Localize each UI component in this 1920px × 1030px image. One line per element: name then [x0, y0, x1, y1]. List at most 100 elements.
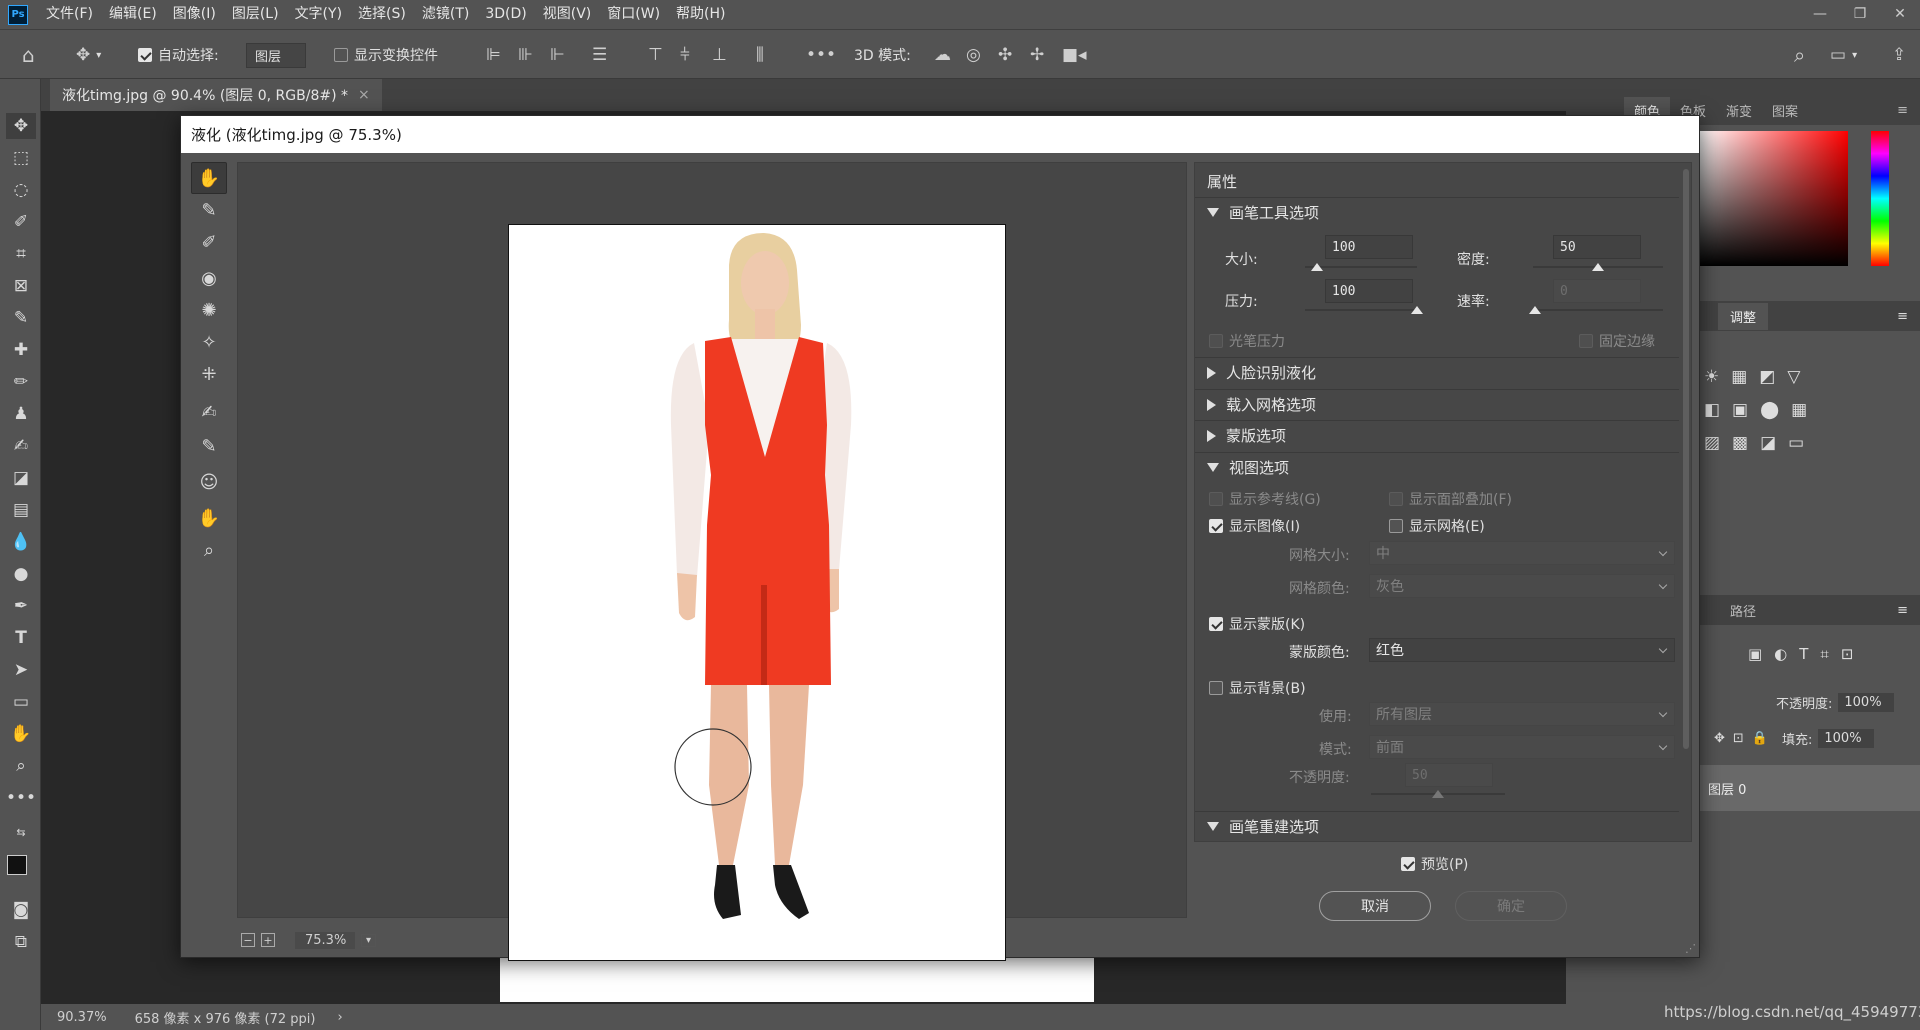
reconstruct-icon[interactable]: ✎ — [191, 194, 227, 226]
zoom-value[interactable]: 75.3% — [295, 931, 355, 949]
show-mesh-checkbox[interactable]: 显示网格(E) — [1389, 516, 1485, 536]
foreground-color-swatch[interactable] — [7, 855, 27, 875]
quick-mask-icon[interactable]: ◙ — [6, 897, 36, 923]
zoom-dropdown-icon[interactable]: ▾ — [361, 933, 377, 947]
3d-roll-icon[interactable]: ◎ — [966, 30, 981, 80]
cancel-button[interactable]: 取消 — [1319, 891, 1431, 921]
lasso-tool-icon[interactable]: ◌ — [6, 177, 36, 203]
color-picker-field[interactable] — [1700, 131, 1848, 266]
hue-slider[interactable] — [1871, 131, 1889, 266]
section-load-mesh[interactable]: 载入网格选项 — [1195, 389, 1679, 419]
size-input[interactable]: 100 — [1325, 235, 1413, 259]
more-tools-icon[interactable]: ••• — [6, 785, 36, 811]
show-guides-checkbox[interactable]: 显示参考线(G) — [1209, 489, 1321, 509]
show-mask-checkbox[interactable]: 显示蒙版(K) — [1209, 614, 1305, 634]
pressure-slider[interactable] — [1305, 309, 1417, 311]
adjustment-icons-row-3[interactable]: ▨▩◪▭ — [1704, 433, 1816, 453]
minimize-icon[interactable]: — — [1800, 0, 1840, 29]
panel-menu-icon[interactable]: ≡ — [1897, 603, 1908, 618]
swap-colors-icon[interactable]: ⇆ — [6, 819, 36, 845]
section-reconstruct-options[interactable]: 画笔重建选项 — [1195, 811, 1679, 841]
adjustment-icons-row-2[interactable]: ◧▣⬤▦ — [1704, 400, 1819, 420]
show-backdrop-checkbox[interactable]: 显示背景(B) — [1209, 678, 1306, 698]
rate-slider-knob[interactable] — [1529, 306, 1541, 314]
section-brush-tool-options[interactable]: 画笔工具选项 — [1195, 197, 1679, 227]
zoom-tool-icon[interactable]: ⌕ — [6, 753, 36, 779]
panel-menu-icon[interactable]: ≡ — [1897, 309, 1908, 324]
path-select-icon[interactable]: ➤ — [6, 657, 36, 683]
close-icon[interactable]: ✕ — [1880, 0, 1920, 29]
align-bottom-icon[interactable]: ⊥ — [712, 30, 727, 80]
mask-color-select[interactable]: 红色 — [1369, 638, 1675, 662]
pin-edges-checkbox[interactable]: 固定边缘 — [1579, 331, 1655, 351]
blur-tool-icon[interactable]: 💧 — [6, 529, 36, 555]
3d-pan-icon[interactable]: ✣ — [998, 30, 1012, 80]
stamp-tool-icon[interactable]: ♟ — [6, 401, 36, 427]
frame-tool-icon[interactable]: ⊠ — [6, 273, 36, 299]
menu-type[interactable]: 文字(Y) — [287, 0, 350, 29]
panel-menu-icon[interactable]: ≡ — [1897, 103, 1908, 118]
zoom-out-icon[interactable]: − — [241, 933, 255, 947]
menu-help[interactable]: 帮助(H) — [668, 0, 733, 29]
marquee-tool-icon[interactable]: ⬚ — [6, 145, 36, 171]
preview-checkbox[interactable]: 预览(P) — [1401, 854, 1468, 874]
dodge-tool-icon[interactable]: ● — [6, 561, 36, 587]
gradient-tool-icon[interactable]: ▤ — [6, 497, 36, 523]
crop-tool-icon[interactable]: ⌗ — [6, 241, 36, 267]
resize-grip-icon[interactable]: ⋰ — [1685, 942, 1696, 955]
section-mask-options[interactable]: 蒙版选项 — [1195, 420, 1679, 450]
more-options-icon[interactable]: ••• — [806, 30, 836, 80]
workspace-icon[interactable]: ▭ ▾ — [1830, 30, 1857, 80]
screen-mode-icon[interactable]: ⧉ — [6, 929, 36, 955]
history-brush-icon[interactable]: ✍ — [6, 433, 36, 459]
tab-adjustments[interactable]: 调整 — [1718, 302, 1769, 330]
tab-gradients[interactable]: 渐变 — [1716, 97, 1762, 124]
move-tool-icon[interactable]: ✥ ▾ — [76, 30, 101, 80]
preview-canvas[interactable] — [508, 224, 1006, 961]
use-select[interactable]: 所有图层 — [1369, 702, 1675, 726]
zoom-in-icon[interactable]: + — [261, 933, 275, 947]
type-tool-icon[interactable]: T — [6, 625, 36, 651]
align-middle-icon[interactable]: ⫩ — [680, 30, 690, 80]
section-face-aware[interactable]: 人脸识别液化 — [1195, 357, 1679, 387]
size-slider-knob[interactable] — [1311, 263, 1323, 271]
face-tool-icon[interactable]: ☺ — [191, 466, 227, 498]
distribute-vertical-icon[interactable]: ⫼ — [756, 30, 764, 80]
menu-select[interactable]: 选择(S) — [350, 0, 414, 29]
pucker-icon[interactable]: ✺ — [191, 294, 227, 326]
backdrop-opacity-knob[interactable] — [1432, 790, 1444, 798]
menu-file[interactable]: 文件(F) — [38, 0, 101, 29]
backdrop-opacity-input[interactable]: 50 — [1405, 763, 1493, 787]
menu-filter[interactable]: 滤镜(T) — [414, 0, 477, 29]
tab-paths[interactable]: 路径 — [1718, 597, 1768, 624]
freeze-mask-icon[interactable]: ✍ — [191, 396, 227, 428]
mesh-size-select[interactable]: 中 — [1369, 541, 1675, 565]
home-icon[interactable]: ⌂ — [22, 30, 35, 80]
properties-scrollbar[interactable] — [1681, 163, 1691, 841]
menu-edit[interactable]: 编辑(E) — [101, 0, 165, 29]
restore-icon[interactable]: ❐ — [1840, 0, 1880, 29]
align-right-icon[interactable]: ⊩ — [550, 30, 565, 80]
hand-tool-icon[interactable]: ✋ — [191, 502, 227, 534]
menu-image[interactable]: 图像(I) — [165, 0, 224, 29]
align-center-icon[interactable]: ⊪ — [518, 30, 533, 80]
pressure-input[interactable]: 100 — [1325, 279, 1413, 303]
layer-filter-icons[interactable]: ▣◐T⌗⊡ — [1748, 645, 1865, 663]
push-left-icon[interactable]: ⁜ — [191, 358, 227, 390]
tab-patterns[interactable]: 图案 — [1762, 97, 1808, 124]
section-view-options[interactable]: 视图选项 — [1195, 452, 1679, 482]
density-input[interactable]: 50 — [1553, 235, 1641, 259]
liquify-preview-area[interactable] — [237, 162, 1187, 961]
rectangle-tool-icon[interactable]: ▭ — [6, 689, 36, 715]
thaw-mask-icon[interactable]: ✎ — [191, 430, 227, 462]
3d-orbit-icon[interactable]: ☁ — [934, 30, 951, 80]
menu-window[interactable]: 窗口(W) — [599, 0, 668, 29]
3d-slide-icon[interactable]: ✢ — [1030, 30, 1044, 80]
adjustment-icons-row-1[interactable]: ☀▦◩▽ — [1704, 367, 1812, 387]
menu-layer[interactable]: 图层(L) — [224, 0, 287, 29]
bloat-icon[interactable]: ✧ — [191, 326, 227, 358]
3d-camera-icon[interactable]: ■◂ — [1062, 30, 1087, 80]
auto-select-checkbox[interactable]: 自动选择: — [138, 30, 219, 80]
rate-input[interactable]: 0 — [1553, 279, 1641, 303]
eyedropper-icon[interactable]: ✎ — [6, 305, 36, 331]
